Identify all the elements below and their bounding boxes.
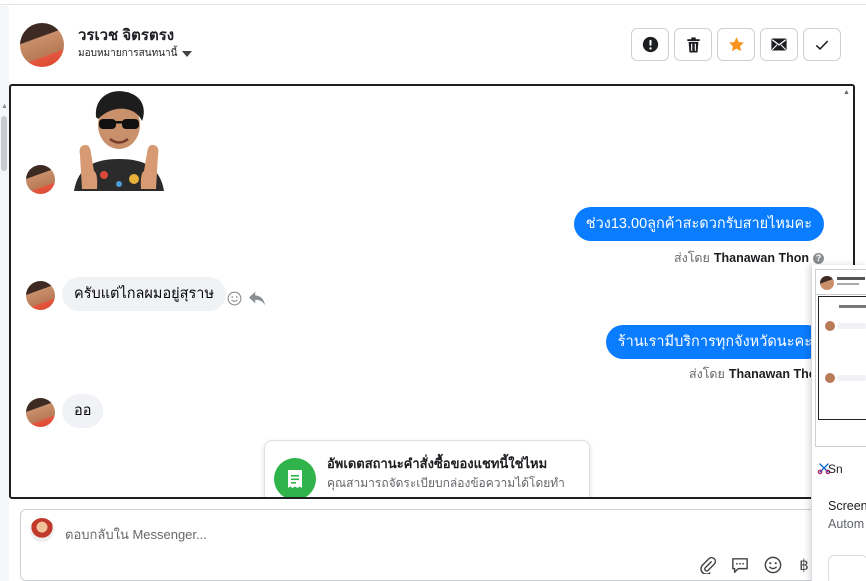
scroll-up-arrow-icon[interactable]: ▲ — [843, 89, 850, 96]
contact-avatar[interactable] — [20, 23, 64, 67]
thumb-chat-frame — [818, 296, 866, 420]
thumb-avatar — [825, 321, 835, 331]
star-button[interactable] — [717, 28, 755, 61]
prompt-title: อัพเดตสถานะคำสั่งซื้อของแชทนี้ใช่ไหม — [327, 456, 548, 471]
thumb-bubble — [837, 375, 866, 381]
thumbs-up-sticker — [64, 89, 174, 191]
chat-bubble-icon — [732, 557, 748, 573]
assign-label: มอบหมายการสนทนานี้ — [78, 48, 178, 59]
question-circle-icon[interactable]: ? — [813, 252, 824, 264]
snipping-tool-notification[interactable]: Sn Screen Autom — [811, 265, 866, 581]
message-thread[interactable]: ช่วง13.00ลูกค้าสะดวกรับสายไหมคะ ส่งโดย T… — [9, 84, 855, 499]
customer-avatar — [26, 165, 55, 194]
reply-arrow-icon[interactable] — [248, 290, 266, 306]
sent-by-prefix: ส่งโดย — [673, 251, 710, 265]
outgoing-message[interactable]: ร้านเรามีบริการทุกจังหวัดนะคะ — [605, 325, 824, 359]
incoming-message[interactable]: ครับแต่ไกลผมอยู่สุราษ — [62, 277, 227, 311]
thumb-line — [837, 277, 865, 280]
trash-icon — [686, 36, 700, 53]
contact-name[interactable]: วรเวช จิตรตรง — [78, 23, 174, 47]
report-button[interactable] — [631, 28, 669, 61]
envelope-icon — [771, 38, 787, 51]
reply-composer[interactable]: ตอบกลับใน Messenger... ฿ — [20, 509, 866, 581]
exclamation-circle-icon — [642, 36, 658, 53]
conversation-header: วรเวช จิตรตรง มอบหมายการสนทนานี้ — [9, 6, 866, 83]
smiley-reaction-icon[interactable] — [227, 291, 242, 306]
thumb-line — [839, 305, 866, 308]
saved-replies-button[interactable] — [729, 554, 751, 576]
thumb-avatar — [825, 373, 835, 383]
star-icon — [728, 37, 744, 52]
sent-by-agent: Thanawan Thon — [713, 251, 809, 265]
thumb-line — [837, 283, 859, 285]
sent-by-label: ส่งโดย Thanawan Thon ? — [674, 248, 824, 268]
sent-by-prefix: ส่งโดย — [688, 367, 725, 381]
inbox-conversation-view: ▲ วรเวช จิตรตรง มอบหมายการสนทนานี้ ช่วง1… — [0, 0, 866, 581]
emoji-icon — [764, 556, 782, 574]
top-divider — [0, 0, 866, 5]
caret-down-icon — [182, 50, 193, 57]
left-scrollbar[interactable]: ▲ — [0, 6, 9, 581]
prompt-description: คุณสามารถจัดระเบียบกล่องข้อความได้โดยทำ — [327, 476, 565, 490]
incoming-message[interactable]: ออ — [62, 394, 104, 428]
scroll-up-arrow-icon[interactable]: ▲ — [1, 103, 8, 110]
screenshot-thumbnail[interactable] — [815, 269, 866, 447]
paperclip-icon — [700, 556, 717, 574]
order-receipt-icon — [274, 458, 316, 497]
delete-button[interactable] — [674, 28, 712, 61]
order-status-prompt[interactable]: อัพเดตสถานะคำสั่งซื้อของแชทนี้ใช่ไหม คุณ… — [264, 440, 590, 497]
page-avatar — [30, 518, 54, 542]
assign-conversation-dropdown[interactable]: มอบหมายการสนทนานี้ — [78, 46, 193, 61]
customer-avatar — [26, 398, 55, 427]
outgoing-message[interactable]: ช่วง13.00ลูกค้าสะดวกรับสายไหมคะ — [573, 207, 824, 241]
baht-icon: ฿ — [799, 557, 809, 574]
sent-by-agent: Thanawan Thon — [728, 367, 824, 381]
thumb-avatar — [820, 276, 834, 290]
thumb-divider — [816, 294, 866, 295]
thumb-bubble — [837, 323, 866, 329]
notification-line-2: Autom — [828, 517, 865, 531]
emoji-button[interactable] — [762, 554, 784, 576]
mark-done-button[interactable] — [803, 28, 841, 61]
customer-avatar — [26, 281, 55, 310]
reply-input[interactable]: ตอบกลับใน Messenger... — [65, 524, 207, 545]
sent-by-label: ส่งโดย Thanawan Thon — [689, 364, 824, 384]
notification-line-1: Screen — [828, 499, 866, 513]
mark-unread-button[interactable] — [760, 28, 798, 61]
scrollbar-thumb[interactable] — [1, 116, 7, 171]
notification-action-box[interactable] — [828, 555, 866, 581]
checkmark-icon — [815, 40, 829, 50]
attachment-button[interactable] — [697, 554, 719, 576]
notification-app-name: Sn — [828, 462, 843, 476]
